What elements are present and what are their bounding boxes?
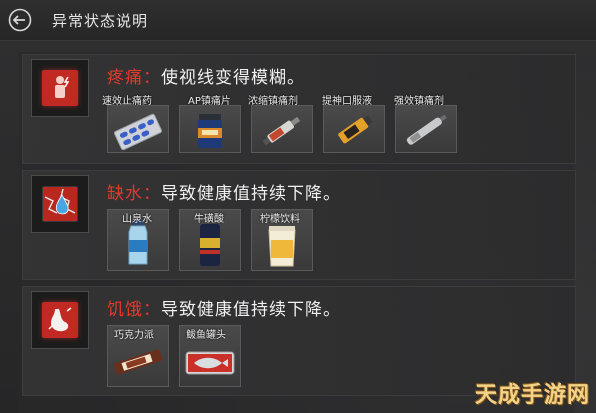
status-section-pain: 疼痛：使视线变得模糊。 速效止痛药 AP镇痛片 浓缩镇痛剂 提神口服液 强效镇痛… [22, 54, 576, 164]
status-description: 导致健康值持续下降。 [161, 184, 341, 204]
dialog-header: 异常状态说明 [0, 0, 596, 41]
status-name: 饥饿 [107, 300, 143, 320]
item-label: 牛磺酸 [194, 214, 224, 225]
status-name: 疼痛 [107, 68, 143, 88]
status-section-thirst: 缺水：导致健康值持续下降。 山泉水 牛磺酸 柠檬饮料 [22, 170, 576, 280]
item-label: 鲅鱼罐头 [186, 330, 226, 341]
item-label: 强效镇痛剂 [394, 96, 444, 107]
injector-icon [406, 114, 447, 145]
item-slot[interactable]: AP镇痛片 [179, 96, 241, 153]
vial-icon [338, 115, 373, 144]
item-slot[interactable]: 速效止痛药 [102, 96, 169, 153]
status-colon: ： [143, 300, 161, 320]
status-name: 缺水 [107, 184, 143, 204]
item-label: 巧克力派 [114, 330, 154, 341]
status-description: 导致健康值持续下降。 [161, 300, 341, 320]
status-description: 使视线变得模糊。 [161, 68, 305, 88]
status-title: 疼痛：使视线变得模糊。 [107, 63, 305, 88]
item-slot[interactable]: 提神口服液 [322, 96, 385, 153]
hunger-status-icon [31, 291, 89, 349]
item-label: 提神口服液 [322, 96, 372, 107]
item-label: 速效止痛药 [102, 96, 152, 107]
pill-blister-icon [113, 113, 163, 151]
item-label: 柠檬饮料 [260, 214, 300, 225]
status-title: 饥饿：导致健康值持续下降。 [107, 295, 341, 320]
dialog-title: 异常状态说明 [52, 12, 149, 30]
item-slot[interactable]: 柠檬饮料 [251, 209, 313, 271]
item-slot[interactable]: 巧克力派 [107, 325, 169, 387]
item-label: 山泉水 [122, 214, 152, 225]
back-arrow-icon[interactable] [8, 8, 32, 32]
pain-status-icon [31, 59, 89, 117]
item-slot[interactable]: 山泉水 [107, 209, 169, 271]
site-watermark: 天成手游网 [474, 383, 590, 408]
pill-jar-icon [198, 114, 222, 148]
item-label: 浓缩镇痛剂 [248, 96, 298, 107]
item-slot[interactable]: 强效镇痛剂 [394, 96, 457, 153]
syringe-icon [262, 116, 301, 146]
thirst-status-icon [31, 175, 89, 233]
status-colon: ： [143, 68, 161, 88]
item-slot[interactable]: 浓缩镇痛剂 [248, 96, 313, 153]
item-slot[interactable]: 牛磺酸 [179, 209, 241, 271]
status-colon: ： [143, 184, 161, 204]
status-title: 缺水：导致健康值持续下降。 [107, 179, 341, 204]
item-slot[interactable]: 鲅鱼罐头 [179, 325, 241, 387]
item-label: AP镇痛片 [188, 96, 231, 107]
